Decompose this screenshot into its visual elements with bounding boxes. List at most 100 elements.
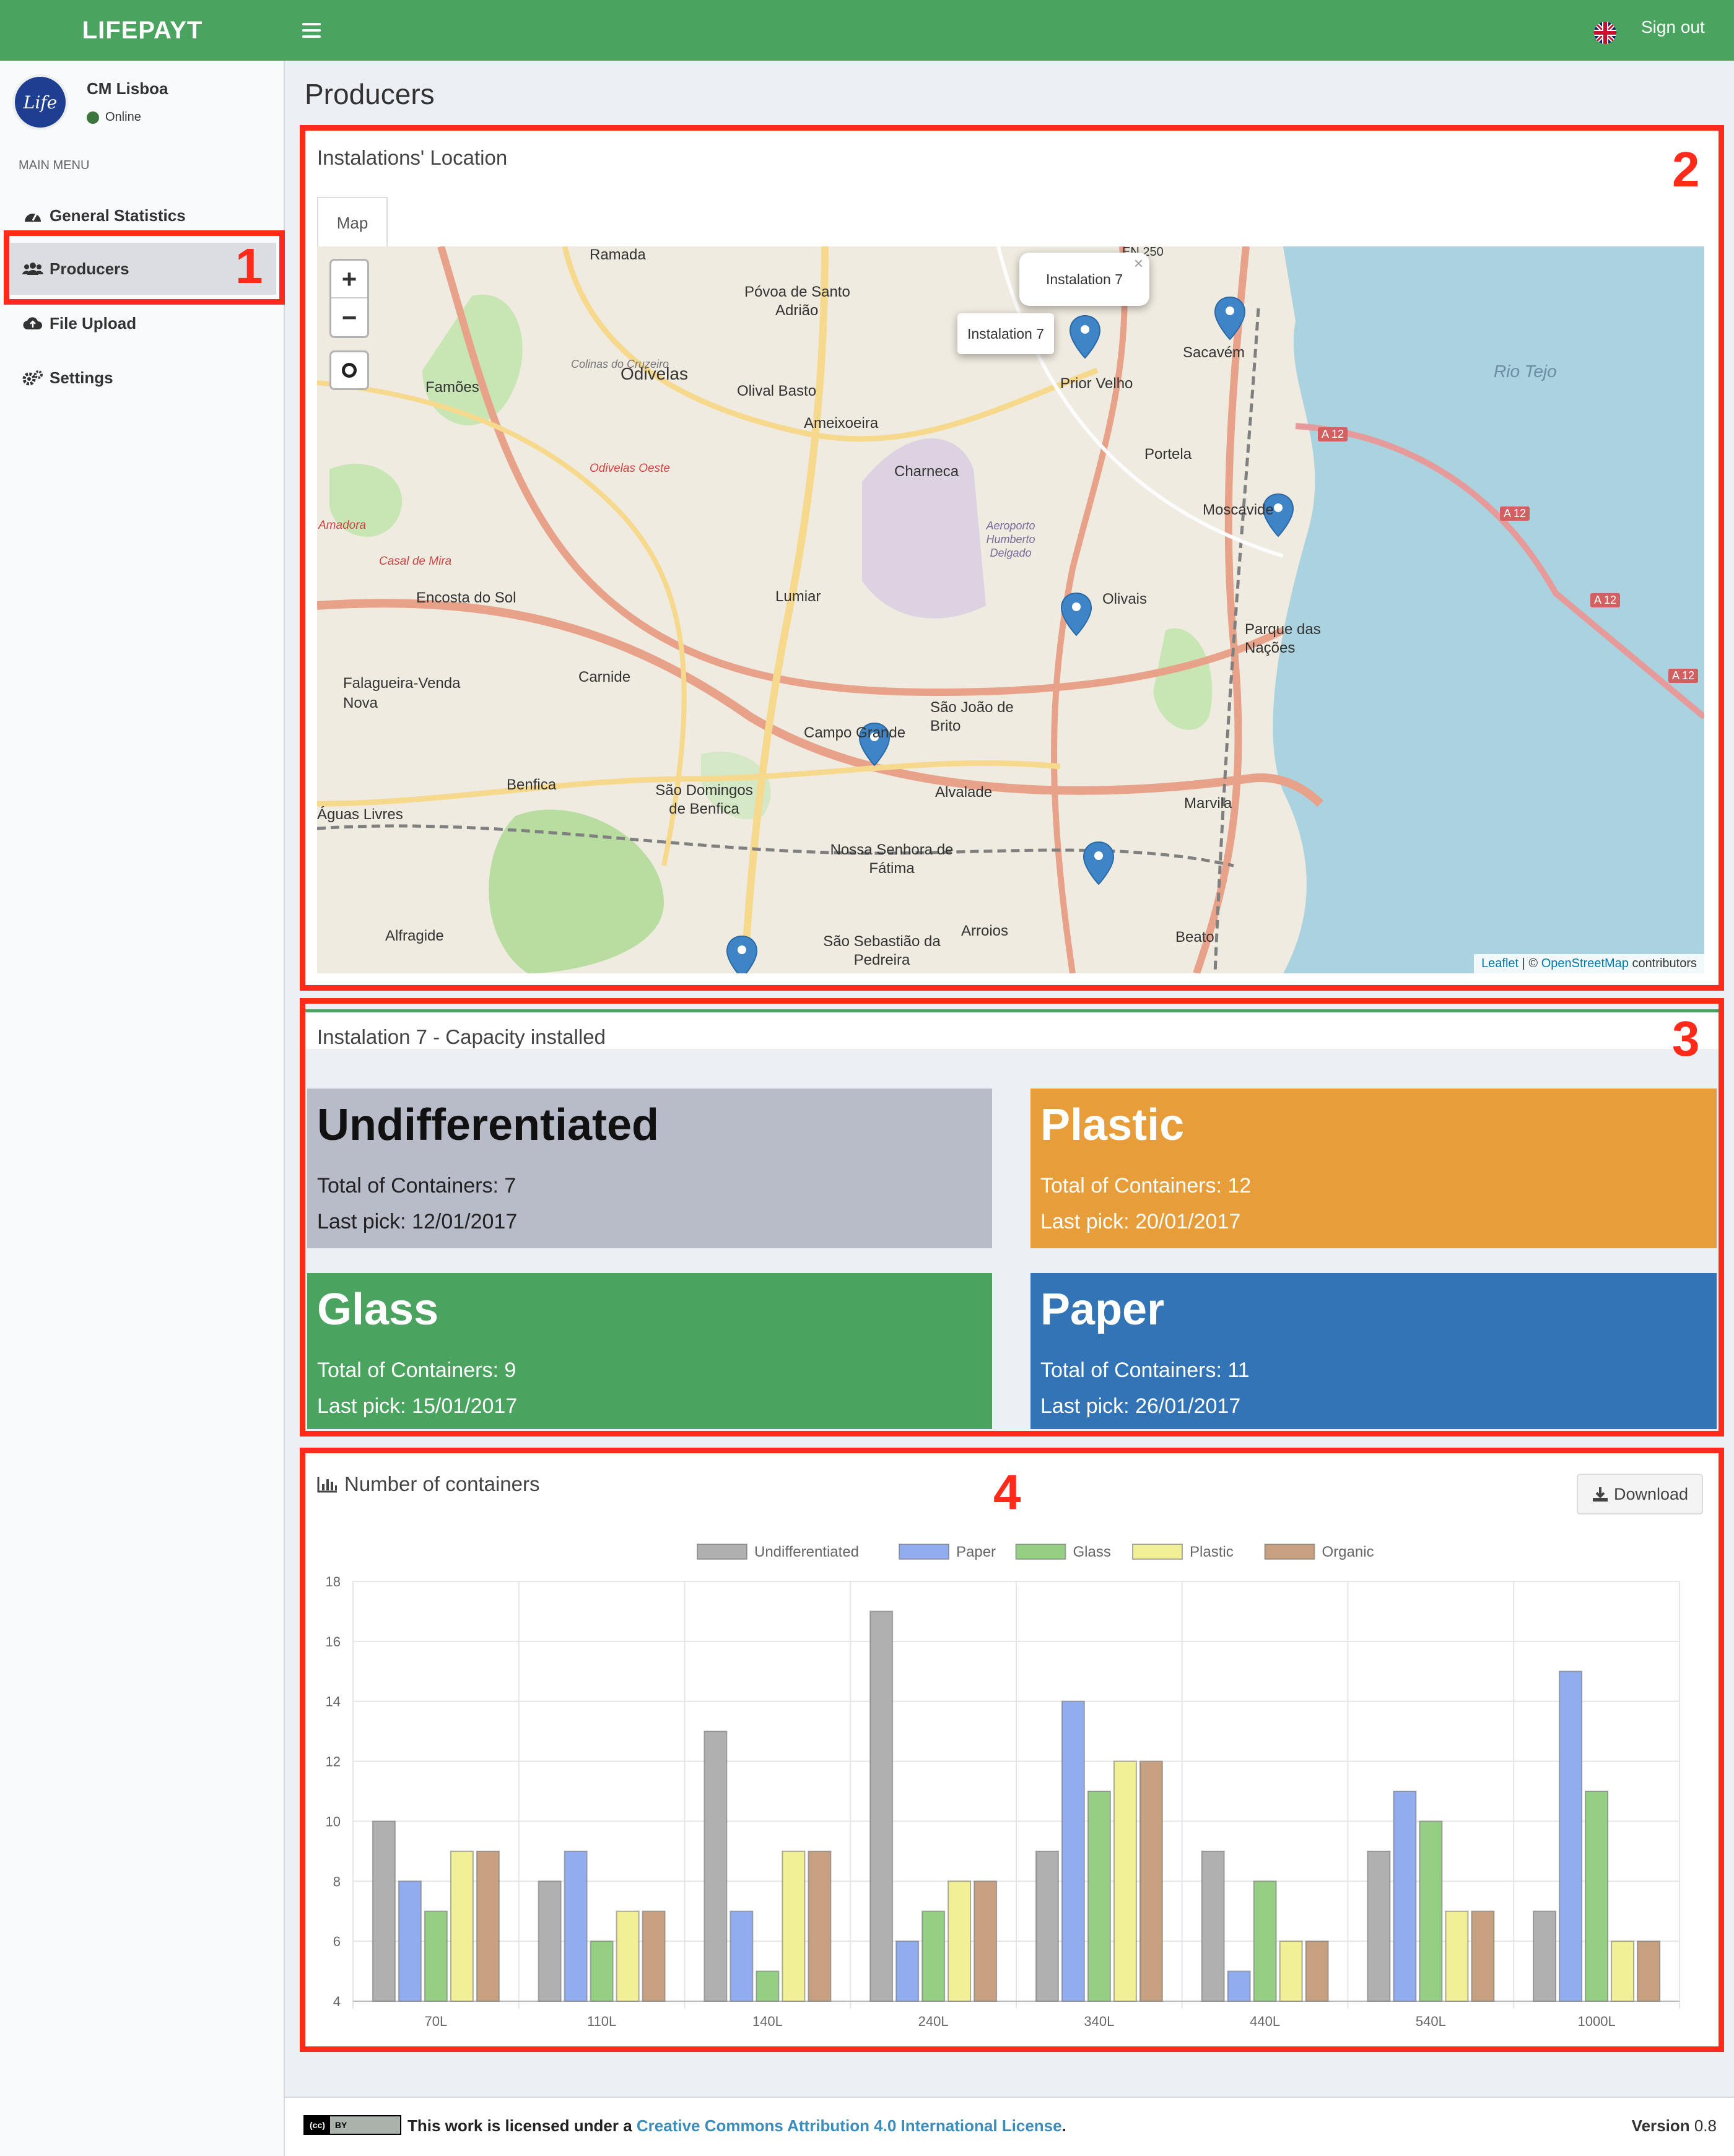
y-tick-label: 6 — [333, 1934, 341, 1949]
bar-plastic-240L — [948, 1880, 972, 2002]
bar-undifferentiated-110L — [538, 1880, 562, 2002]
license-link[interactable]: Creative Commons Attribution 4.0 Interna… — [637, 2116, 1062, 2135]
bar-paper-1000L — [1559, 1671, 1583, 2002]
x-tick-label: 540L — [1416, 2014, 1446, 2029]
cloud-upload-icon — [22, 315, 43, 332]
cc-logo-icon: (cc) — [305, 2116, 330, 2134]
bar-organic-540L — [1471, 1910, 1495, 2002]
osm-link[interactable]: OpenStreetMap — [1541, 957, 1629, 970]
legend-label: Plastic — [1190, 1544, 1234, 1560]
brand-logo[interactable]: LIFEPAYT — [0, 0, 285, 61]
cc-license-badge[interactable]: (cc) BY — [303, 2115, 401, 2135]
capacity-card-glass: Glass Total of Containers: 9 Last pick: … — [307, 1273, 992, 1429]
legend-swatch — [899, 1544, 949, 1560]
bar-chart: Undifferentiated Paper Glass Plastic Organic… — [326, 1544, 1680, 2029]
map-label: Ramada — [590, 246, 646, 263]
map-label: Olival Basto — [737, 383, 817, 399]
bar-organic-440L — [1305, 1941, 1329, 2002]
card-containers: Total of Containers: 7 — [317, 1174, 516, 1198]
bar-paper-70L — [398, 1880, 422, 2002]
download-button[interactable]: Download — [1577, 1474, 1703, 1515]
bar-glass-1000L — [1585, 1791, 1609, 2002]
version-label: Version — [1631, 2116, 1690, 2135]
footer: (cc) BY This work is licensed under a Cre… — [285, 2097, 1734, 2156]
map-popup[interactable]: Instalation 7 × — [1019, 253, 1149, 306]
map-label: Lumiar — [775, 588, 821, 605]
sidebar-item-general-statistics[interactable]: General Statistics — [10, 189, 276, 241]
bar-undifferentiated-240L — [869, 1610, 894, 2002]
x-tick-label: 440L — [1250, 2014, 1280, 2029]
map-label: Encosta do Sol — [416, 589, 516, 606]
bar-undifferentiated-1000L — [1533, 1910, 1557, 2002]
bar-organic-110L — [642, 1910, 666, 2002]
x-tick-label: 240L — [918, 2014, 949, 2029]
map-label: Carnide — [578, 669, 631, 685]
bar-organic-140L — [808, 1850, 832, 2002]
download-label: Download — [1613, 1484, 1689, 1503]
card-containers: Total of Containers: 12 — [1040, 1174, 1252, 1198]
sidebar-item-label: Producers — [50, 259, 129, 278]
map-label: São Sebastião da Pedreira — [823, 933, 941, 968]
map-label: Campo Grande — [804, 724, 906, 741]
close-icon[interactable]: × — [1134, 254, 1143, 273]
x-tick-label: 340L — [1084, 2014, 1114, 2029]
legend-swatch — [1264, 1544, 1315, 1560]
legend-label: Paper — [956, 1544, 996, 1560]
sign-out-link[interactable]: Sign out — [1641, 17, 1705, 37]
bar-glass-440L — [1253, 1880, 1277, 2002]
zoom-control: + − — [329, 259, 369, 338]
map-tooltip: Instalation 7 — [957, 313, 1054, 354]
zoom-in-button[interactable]: + — [331, 261, 367, 298]
user-status: Online — [87, 110, 141, 124]
cc-badge-text: BY — [334, 2120, 347, 2130]
map-label: Arroios — [961, 923, 1009, 939]
bar-undifferentiated-140L — [704, 1731, 728, 2002]
tab-map[interactable]: Map — [317, 197, 388, 248]
sidebar-item-file-upload[interactable]: File Upload — [10, 297, 276, 349]
map-label: Parque das Nações — [1245, 621, 1321, 656]
map-label: Odivelas Oeste — [590, 462, 670, 475]
leaflet-link[interactable]: Leaflet — [1481, 957, 1518, 970]
map-view[interactable]: Ramada Póvoa de Santo Adrião EN 250 Famõ… — [317, 246, 1704, 973]
card-containers: Total of Containers: 11 — [1040, 1358, 1250, 1382]
bar-glass-110L — [590, 1941, 614, 2002]
bar-glass-70L — [424, 1910, 448, 2002]
version-text: Version 0.8 — [1632, 2116, 1717, 2136]
sidebar-toggle-icon[interactable] — [302, 19, 321, 42]
attribution-suffix: contributors — [1628, 957, 1697, 970]
annotation-number-2: 2 — [1672, 142, 1700, 197]
zoom-out-button[interactable]: − — [331, 298, 367, 336]
language-flag-icon[interactable] — [1594, 22, 1616, 44]
bar-plastic-340L — [1113, 1760, 1137, 2002]
y-tick-label: 16 — [326, 1634, 341, 1650]
user-status-text: Online — [105, 110, 141, 124]
bar-paper-540L — [1393, 1791, 1417, 2002]
users-icon — [22, 260, 43, 277]
x-tick-label: 140L — [752, 2014, 783, 2029]
locate-button[interactable] — [329, 350, 369, 390]
bar-chart-icon — [317, 1477, 337, 1493]
version-value: 0.8 — [1694, 2116, 1717, 2135]
map-label: Benfica — [507, 776, 557, 793]
y-tick-label: 12 — [326, 1754, 341, 1770]
gears-icon — [22, 369, 43, 386]
sidebar-item-settings[interactable]: Settings — [10, 352, 276, 404]
avatar: Life — [12, 74, 68, 130]
sidebar-item-label: Settings — [50, 368, 113, 387]
map-label: Beato — [1175, 929, 1214, 945]
card-last-pick: Last pick: 12/01/2017 — [317, 1210, 518, 1233]
capacity-panel-title: Instalation 7 - Capacity installed — [317, 1025, 606, 1048]
card-containers: Total of Containers: 9 — [317, 1358, 516, 1382]
card-last-pick: Last pick: 20/01/2017 — [1040, 1210, 1241, 1233]
tooltip-text: Instalation 7 — [967, 325, 1045, 342]
legend-swatch — [1015, 1544, 1066, 1560]
bar-paper-440L — [1227, 1970, 1251, 2002]
bar-undifferentiated-340L — [1035, 1850, 1059, 2002]
card-title: Glass — [317, 1285, 439, 1334]
map-label: A 12 — [1500, 506, 1530, 521]
map-label: Adrião — [775, 302, 819, 319]
card-last-pick: Last pick: 15/01/2017 — [317, 1394, 518, 1418]
legend-label: Organic — [1322, 1544, 1374, 1560]
map-label: Charneca — [894, 463, 959, 480]
x-tick-label: 1000L — [1578, 2014, 1616, 2029]
